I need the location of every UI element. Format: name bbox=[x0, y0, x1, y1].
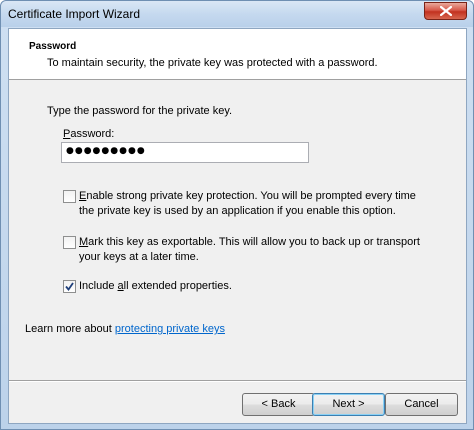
wizard-header: Password To maintain security, the priva… bbox=[9, 29, 466, 80]
close-icon bbox=[440, 6, 452, 16]
title-bar[interactable]: Certificate Import Wizard bbox=[1, 1, 473, 27]
window-title: Certificate Import Wizard bbox=[8, 7, 141, 21]
wizard-client-area: Password To maintain security, the priva… bbox=[8, 28, 467, 424]
next-button[interactable]: Next > bbox=[312, 393, 385, 416]
protecting-private-keys-link[interactable]: protecting private keys bbox=[115, 323, 225, 335]
strong-protection-label: Enable strong private key protection. Yo… bbox=[79, 189, 429, 219]
password-label-rest: assword: bbox=[70, 128, 115, 140]
exportable-label: Mark this key as exportable. This will a… bbox=[79, 235, 429, 265]
page-description: To maintain security, the private key wa… bbox=[47, 57, 378, 69]
exportable-option[interactable]: Mark this key as exportable. This will a… bbox=[63, 235, 429, 265]
extended-properties-label: Include all extended properties. bbox=[79, 279, 429, 294]
back-button[interactable]: < Back bbox=[242, 393, 315, 416]
checkmark-icon bbox=[65, 282, 74, 291]
extended-properties-text: ll extended properties. bbox=[123, 280, 232, 292]
cancel-button[interactable]: Cancel bbox=[385, 393, 458, 416]
extended-properties-pre: Include bbox=[79, 280, 118, 292]
strong-protection-option[interactable]: Enable strong private key protection. Yo… bbox=[63, 189, 429, 219]
wizard-window: Certificate Import Wizard Password To ma… bbox=[0, 0, 474, 430]
footer-separator bbox=[9, 380, 466, 382]
exportable-checkbox[interactable] bbox=[63, 236, 76, 249]
close-button[interactable] bbox=[424, 2, 467, 20]
page-title: Password bbox=[29, 41, 77, 52]
strong-protection-checkbox[interactable] bbox=[63, 190, 76, 203]
strong-protection-text: nable strong private key protection. You… bbox=[79, 190, 416, 217]
password-label: Password: bbox=[63, 128, 114, 140]
exportable-accel: M bbox=[79, 236, 89, 248]
learn-more: Learn more about protecting private keys bbox=[25, 323, 225, 335]
extended-properties-option[interactable]: Include all extended properties. bbox=[63, 279, 429, 294]
exportable-text: ark this key as exportable. This will al… bbox=[79, 236, 420, 263]
extended-properties-checkbox[interactable] bbox=[63, 280, 76, 293]
password-prompt: Type the password for the private key. bbox=[47, 105, 233, 117]
password-field[interactable]: ●●●●●●●●● bbox=[61, 142, 309, 163]
learn-more-text: Learn more about bbox=[25, 323, 115, 335]
